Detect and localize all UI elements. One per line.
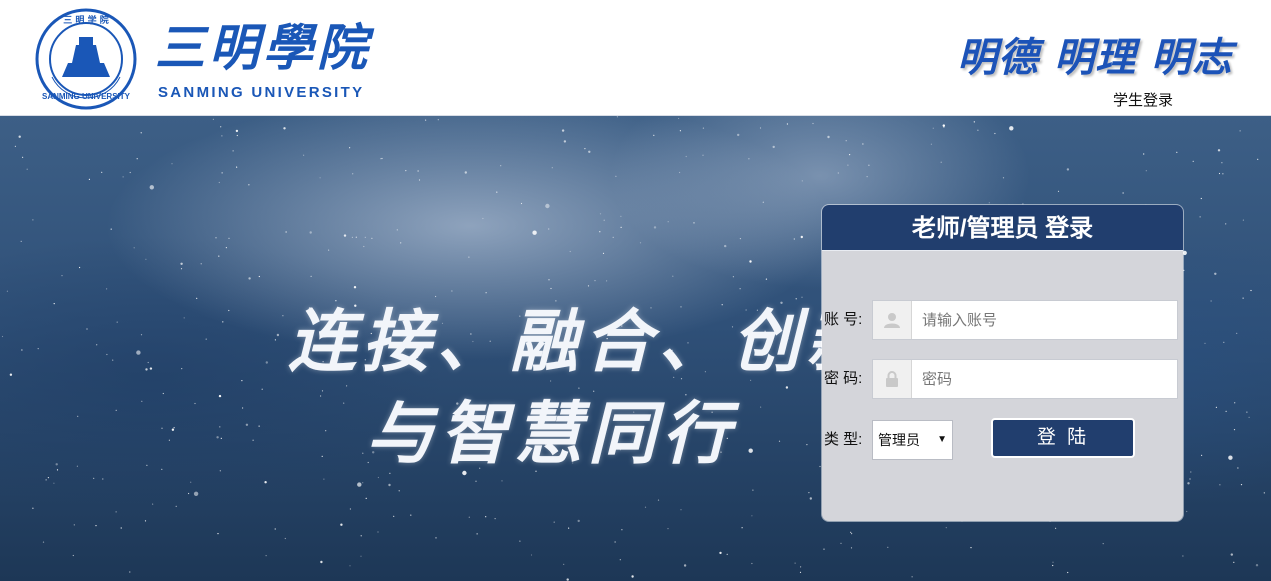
type-label: 类 型: [824,431,863,448]
slogan-line-2: 与智慧同行 [366,394,737,474]
account-row: 账 号: [822,300,1183,340]
university-motto: 明德 明理 明志 [957,34,1233,81]
password-input[interactable] [912,360,1174,398]
account-input[interactable] [912,301,1174,339]
user-type-value: 管理员 [878,432,920,448]
user-icon [873,301,912,339]
lock-icon [873,360,912,398]
password-row: 密 码: [822,359,1183,399]
login-title: 老师/管理员 登录 [822,205,1183,251]
university-name-cn: 三明學院 [155,18,371,77]
page-header: SANMING UNIVERSITY 三 明 学 院 三明學院 SANMING … [0,0,1271,116]
login-submit-button[interactable]: 登 陆 [991,418,1135,458]
slogan-line-1: 连接、融合、创新 [288,302,822,382]
password-field [872,359,1178,399]
student-login-link[interactable]: 学生登录 [1113,92,1173,110]
account-field [872,300,1178,340]
caret-down-icon: ▼ [937,434,947,445]
type-row: 类 型: 管理员 ▼ 登 陆 [822,418,1183,460]
login-panel: 老师/管理员 登录 账 号: 密 码: 类 型: 管理员 ▼ 登 陆 [822,205,1183,521]
svg-text:SANMING UNIVERSITY: SANMING UNIVERSITY [42,92,131,101]
account-label: 账 号: [824,311,863,328]
password-label: 密 码: [824,370,863,387]
user-type-select[interactable]: 管理员 ▼ [872,420,953,460]
svg-text:三 明 学 院: 三 明 学 院 [63,14,108,26]
university-name-en: SANMING UNIVERSITY [158,84,365,101]
university-seal-logo: SANMING UNIVERSITY 三 明 学 院 [35,8,137,110]
hero-slogan: 连接、融合、创新 与智慧同行 [288,296,822,480]
